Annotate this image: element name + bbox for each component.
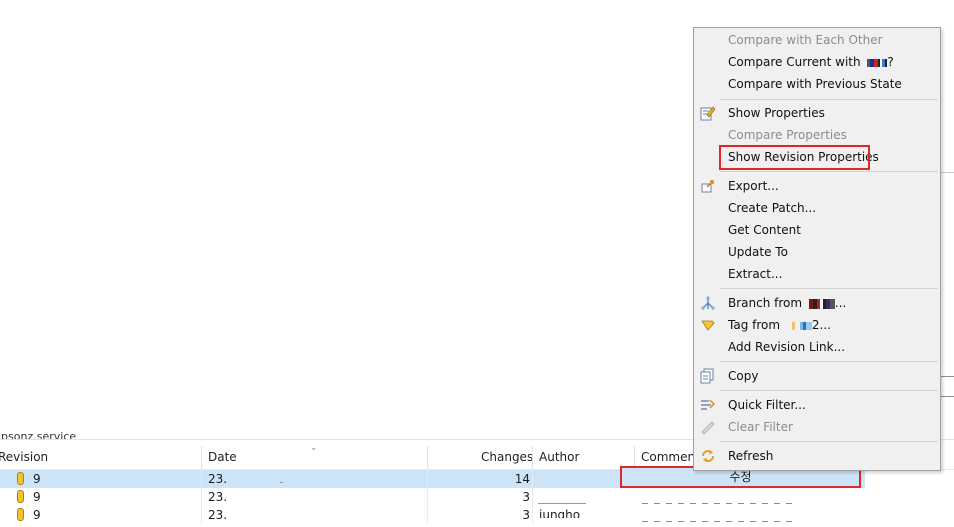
revision-icon — [17, 490, 24, 503]
context-menu: Compare with Each Other Compare Current … — [693, 27, 941, 471]
revision-cell: 9 — [33, 508, 41, 522]
menu-item-label: Add Revision Link... — [728, 340, 846, 354]
menu-item-label: Tag from 2... — [728, 314, 831, 336]
menu-item-refresh[interactable]: Refresh — [694, 445, 940, 467]
redaction-mark — [280, 482, 283, 483]
column-header-revision[interactable]: Revision — [0, 446, 48, 469]
menu-item-label: Show Properties — [728, 106, 825, 120]
menu-item-create-patch[interactable]: Create Patch... — [694, 197, 940, 219]
history-resource-title: ipsonz.service — [0, 430, 77, 439]
cell-divider — [427, 488, 428, 506]
refresh-icon — [702, 450, 714, 462]
menu-separator — [720, 99, 938, 100]
column-header-author[interactable]: Author — [539, 446, 579, 469]
menu-item-label: Refresh — [728, 449, 774, 463]
menu-item-export[interactable]: Export... — [694, 175, 940, 197]
date-cell: 23. — [208, 490, 228, 504]
menu-item-label: Compare with Each Other — [728, 33, 883, 47]
redaction-mark — [642, 521, 792, 522]
menu-separator — [720, 390, 938, 391]
menu-separator — [720, 361, 938, 362]
menu-item-update-to[interactable]: Update To — [694, 241, 940, 263]
cell-divider — [427, 506, 428, 524]
cell-divider — [532, 488, 533, 506]
menu-separator — [720, 288, 938, 289]
menu-item-label: Create Patch... — [728, 201, 817, 215]
cell-divider — [201, 488, 202, 506]
menu-item-branch-from[interactable]: Branch from ... — [694, 292, 940, 314]
redaction-mark — [538, 503, 586, 504]
menu-separator — [720, 171, 938, 172]
menu-item-label: Clear Filter — [728, 420, 793, 434]
cell-divider — [427, 470, 428, 488]
revision-cell: 9 — [33, 490, 41, 504]
menu-item-compare-properties[interactable]: Compare Properties — [694, 124, 940, 146]
menu-item-label: Update To — [728, 245, 788, 259]
menu-item-label: Extract... — [728, 267, 783, 281]
column-divider[interactable] — [201, 446, 202, 469]
menu-separator — [720, 441, 938, 442]
menu-item-label: Get Content — [728, 223, 801, 237]
copy-icon — [700, 368, 714, 384]
menu-item-clear-filter[interactable]: Clear Filter — [694, 416, 940, 438]
menu-item-get-content[interactable]: Get Content — [694, 219, 940, 241]
background-edge — [941, 172, 954, 173]
menu-item-label: Branch from ... — [728, 292, 846, 314]
menu-item-add-revision-link[interactable]: Add Revision Link... — [694, 336, 940, 358]
menu-item-extract[interactable]: Extract... — [694, 263, 940, 285]
branch-icon — [701, 296, 715, 310]
changes-cell: 3 — [522, 508, 530, 522]
cell-divider — [532, 470, 533, 488]
revision-icon — [17, 472, 24, 485]
redaction-mark — [642, 503, 792, 504]
redacted-revision — [808, 298, 835, 309]
revision-cell: 9 — [33, 472, 41, 486]
redacted-revision — [867, 58, 888, 67]
redacted-revision — [787, 321, 812, 330]
menu-item-compare-each-other[interactable]: Compare with Each Other — [694, 29, 940, 51]
highlight-box — [719, 145, 870, 170]
tag-icon — [701, 320, 715, 331]
menu-item-text: Tag from — [728, 318, 781, 332]
menu-item-label: Compare with Previous State — [728, 77, 902, 91]
date-cell: 23. — [208, 508, 228, 522]
menu-item-label: Export... — [728, 179, 779, 193]
column-header-changes[interactable]: Changes — [481, 446, 533, 469]
date-cell: 23. — [208, 472, 228, 486]
filter-icon — [701, 399, 716, 410]
menu-item-label: Quick Filter... — [728, 398, 806, 412]
changes-cell: 14 — [514, 472, 530, 486]
column-header-date[interactable]: Date — [208, 446, 237, 469]
changes-cell: 3 — [522, 490, 530, 504]
menu-item-compare-current[interactable]: Compare Current with ? — [694, 51, 940, 73]
menu-item-quick-filter[interactable]: Quick Filter... — [694, 394, 940, 416]
background-edge — [941, 396, 954, 397]
author-cell: jungho — [539, 508, 581, 518]
properties-icon — [700, 106, 716, 121]
cell-divider — [201, 506, 202, 524]
export-icon — [701, 180, 714, 193]
menu-item-label: Compare Properties — [728, 128, 847, 142]
clear-filter-icon — [701, 421, 715, 435]
menu-item-show-properties[interactable]: Show Properties — [694, 102, 940, 124]
cell-divider — [532, 506, 533, 524]
revision-icon — [17, 508, 24, 521]
column-divider[interactable] — [427, 446, 428, 469]
menu-item-copy[interactable]: Copy — [694, 365, 940, 387]
menu-item-text: Compare Current with — [728, 55, 861, 69]
menu-item-suffix: ... — [834, 296, 847, 310]
menu-item-suffix: ? — [887, 55, 894, 69]
background-edge — [941, 376, 954, 377]
menu-item-tag-from[interactable]: Tag from 2... — [694, 314, 940, 336]
menu-item-label: Copy — [728, 369, 759, 383]
menu-item-label: Compare Current with ? — [728, 51, 894, 73]
cell-divider — [201, 470, 202, 488]
menu-item-text: Branch from — [728, 296, 803, 310]
sort-descending-icon: ⌄ — [310, 443, 318, 453]
column-divider[interactable] — [532, 446, 533, 469]
menu-item-suffix: 2... — [811, 318, 831, 332]
menu-item-compare-previous[interactable]: Compare with Previous State — [694, 73, 940, 95]
